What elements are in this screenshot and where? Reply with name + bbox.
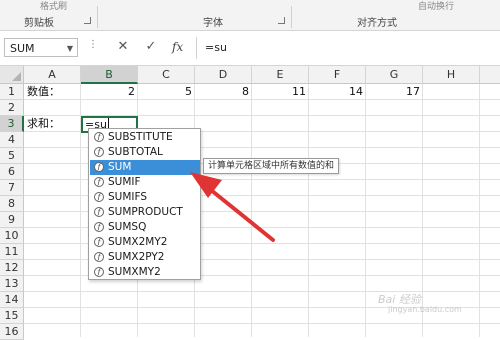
red-arrow-annotation: [190, 172, 275, 242]
arrow-shaft: [204, 184, 275, 242]
watermark-url: jingyan.baidu.com: [388, 305, 462, 314]
